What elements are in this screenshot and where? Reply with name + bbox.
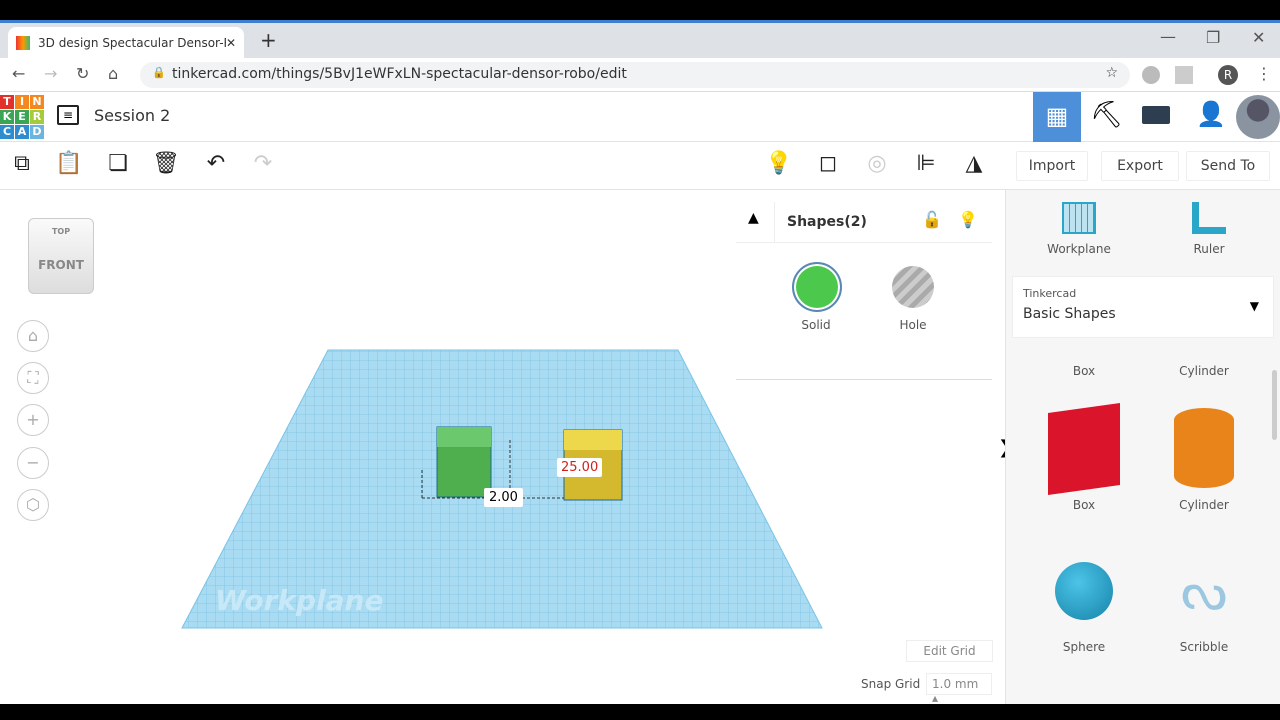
inspector-title: Shapes(2) xyxy=(787,214,867,230)
category-value: Basic Shapes xyxy=(1023,306,1116,322)
workplane-watermark: Workplane xyxy=(215,584,383,617)
shape-label: Cylinder xyxy=(1179,498,1229,512)
tinkercad-logo[interactable]: TIN KER CAD xyxy=(0,95,44,139)
group-icon[interactable]: ◻ xyxy=(813,151,843,176)
dimension-gap-value[interactable]: 2.00 xyxy=(484,488,523,507)
restore-icon[interactable]: ❐ xyxy=(1206,28,1220,47)
undo-icon[interactable]: ↶ xyxy=(201,151,231,176)
ruler-icon xyxy=(1192,202,1226,234)
sphere-icon xyxy=(1055,562,1113,620)
snap-grid-value: 1.0 mm xyxy=(932,677,979,691)
lock-icon[interactable]: 🔓 xyxy=(922,210,942,229)
close-tab-icon[interactable]: ✕ xyxy=(226,36,236,50)
shape-library-panel: Workplane Ruler Tinkercad Basic Shapes ▼… xyxy=(1005,190,1280,704)
pickaxe-icon[interactable]: ⛏ xyxy=(1090,100,1123,130)
reload-icon[interactable]: ↻ xyxy=(76,64,89,83)
shape-label: Scribble xyxy=(1179,640,1229,654)
hole-label: Hole xyxy=(899,318,927,332)
lock-icon: 🔒 xyxy=(152,66,166,79)
paste-icon[interactable]: 📋 xyxy=(54,151,84,176)
ungroup-icon[interactable]: ◎ xyxy=(862,151,892,176)
shape-cylinder[interactable]: Cylinder xyxy=(1154,408,1254,512)
workplane-tool-label: Workplane xyxy=(1047,242,1111,256)
profile-avatar[interactable]: R xyxy=(1218,65,1238,85)
mirror-icon[interactable]: ◮ xyxy=(959,151,989,176)
logo-letter: C xyxy=(0,125,14,139)
shape-label-box-partial: Box xyxy=(1072,364,1096,378)
duplicate-icon[interactable]: ❏ xyxy=(103,151,133,176)
design-title[interactable]: Session 2 xyxy=(94,106,170,125)
shape-scribble[interactable]: ᔓ Scribble xyxy=(1154,562,1254,654)
url-input[interactable]: 🔒 tinkercad.com/things/5BvJ1eWFxLN-spect… xyxy=(140,62,1130,88)
solid-button[interactable] xyxy=(792,262,842,312)
align-icon[interactable]: ⊫ xyxy=(911,151,941,176)
menu-icon[interactable]: ⋮ xyxy=(1256,64,1272,83)
tinkercad-favicon xyxy=(16,35,30,50)
shape-sphere[interactable]: Sphere xyxy=(1034,562,1134,654)
tab-title: 3D design Spectacular Densor-R xyxy=(38,35,226,50)
import-button[interactable]: Import xyxy=(1016,151,1088,181)
home-icon[interactable]: ⌂ xyxy=(108,64,118,83)
url-text: tinkercad.com/things/5BvJ1eWFxLN-spectac… xyxy=(172,66,627,82)
toolbar: ⧉ 📋 ❏ 🗑 ↶ ↷ 💡 ◻ ◎ ⊫ ◮ Import Export Send… xyxy=(0,143,1280,190)
logo-letter: E xyxy=(15,110,29,124)
ruler-tool[interactable]: Ruler xyxy=(1159,202,1259,256)
shape-label: Sphere xyxy=(1062,640,1106,654)
shape-inspector: ▲ Shapes(2) 🔓 💡 Solid Hole xyxy=(736,202,992,380)
scribble-icon: ᔓ xyxy=(1180,562,1228,622)
category-sub-label: Tinkercad xyxy=(1023,287,1077,300)
app-header: TIN KER CAD ≡ Session 2 ▦ ⛏ 👤 xyxy=(0,92,1280,142)
workplane-icon xyxy=(1062,202,1096,234)
close-window-icon[interactable]: ✕ xyxy=(1252,28,1265,47)
hole-button[interactable] xyxy=(892,266,934,308)
light-bulb-icon[interactable]: 💡 xyxy=(764,151,794,176)
shape-label: Box xyxy=(1072,498,1096,512)
copy-icon[interactable]: ⧉ xyxy=(7,151,37,176)
address-bar: ← → ↻ ⌂ 🔒 tinkercad.com/things/5BvJ1eWFx… xyxy=(0,58,1280,92)
browser-tab[interactable]: 3D design Spectacular Densor-R ✕ xyxy=(8,27,244,58)
delete-icon[interactable]: 🗑 xyxy=(151,151,181,176)
bricks-icon[interactable] xyxy=(1142,106,1170,124)
snap-grid-label: Snap Grid xyxy=(861,677,921,691)
shape-box[interactable]: Box xyxy=(1034,402,1134,512)
new-tab-icon[interactable]: + xyxy=(260,28,277,52)
logo-letter: I xyxy=(15,95,29,109)
logo-letter: R xyxy=(30,110,44,124)
forward-icon[interactable]: → xyxy=(44,64,57,83)
browser-tabstrip: 3D design Spectacular Densor-R ✕ + — ❐ ✕ xyxy=(0,20,1280,58)
solid-label: Solid xyxy=(801,318,831,332)
top-black-bar xyxy=(0,0,1280,20)
dropdown-arrow-icon: ▼ xyxy=(1249,299,1259,313)
design-list-icon[interactable]: ≡ xyxy=(57,105,79,125)
ruler-tool-label: Ruler xyxy=(1193,242,1225,256)
box-icon xyxy=(1048,402,1120,496)
shape-category-select[interactable]: Tinkercad Basic Shapes ▼ xyxy=(1012,276,1274,338)
dimension-active-value[interactable]: 25.00 xyxy=(557,458,603,477)
back-icon[interactable]: ← xyxy=(12,64,25,83)
user-avatar[interactable] xyxy=(1236,95,1280,139)
cylinder-icon xyxy=(1174,408,1234,488)
send-to-button[interactable]: Send To xyxy=(1186,151,1270,181)
collapse-inspector-icon[interactable]: ▲ xyxy=(748,210,759,226)
logo-letter: K xyxy=(0,110,14,124)
hide-bulb-icon[interactable]: 💡 xyxy=(958,210,978,229)
export-button[interactable]: Export xyxy=(1101,151,1179,181)
logo-letter: T xyxy=(0,95,14,109)
snap-grid-select[interactable]: 1.0 mm ▴ xyxy=(926,673,992,705)
extension-icon[interactable] xyxy=(1175,66,1193,84)
abp-extension-icon[interactable] xyxy=(1142,66,1160,84)
logo-letter: N xyxy=(30,95,44,109)
edit-grid-button[interactable]: Edit Grid xyxy=(906,640,993,662)
shape-label-cylinder-partial: Cylinder xyxy=(1179,364,1229,378)
workplane-tool[interactable]: Workplane xyxy=(1029,202,1129,256)
redo-icon[interactable]: ↷ xyxy=(248,151,278,176)
star-icon[interactable]: ☆ xyxy=(1105,65,1118,81)
logo-letter: A xyxy=(15,125,29,139)
minimize-icon[interactable]: — xyxy=(1160,27,1176,46)
invite-user-icon[interactable]: 👤 xyxy=(1196,100,1226,128)
library-scrollbar[interactable] xyxy=(1272,370,1277,440)
logo-letter: D xyxy=(30,125,44,139)
3d-view-button[interactable]: ▦ xyxy=(1033,92,1081,142)
tinkercad-app: TIN KER CAD ≡ Session 2 ▦ ⛏ 👤 ⧉ 📋 ❏ 🗑 ↶ … xyxy=(0,92,1280,705)
